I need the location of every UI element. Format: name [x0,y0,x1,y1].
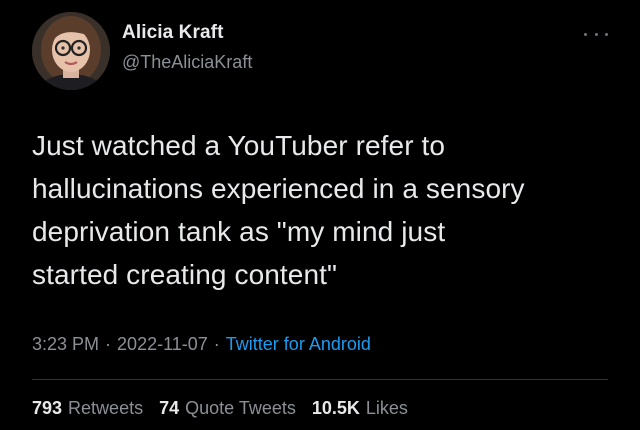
dot [584,32,587,36]
tweet: Alicia Kraft @TheAliciaKraft Just watche… [0,0,640,430]
tweet-text: Just watched a YouTuber refer to halluci… [32,130,525,290]
retweets-count: 793 [32,398,63,418]
retweets-stat[interactable]: 793 Retweets [32,398,143,419]
quotes-count: 74 [159,398,180,418]
tweet-meta: 3:23 PM · 2022-11-07 · Twitter for Android [32,334,371,355]
dot [594,32,598,36]
tweet-source-link[interactable]: Twitter for Android [226,334,371,354]
tweet-stats: 793 Retweets 74 Quote Tweets 10.5K Likes [32,398,424,419]
avatar[interactable] [32,12,110,90]
likes-label: Likes [365,398,408,418]
likes-count: 10.5K [311,398,360,418]
dot [605,32,608,36]
quotes-label: Quote Tweets [185,398,296,418]
likes-stat[interactable]: 10.5K Likes [312,398,408,419]
tweet-time[interactable]: 3:23 PM [32,334,99,354]
meta-separator: · [105,334,112,354]
author-handle[interactable]: @TheAliciaKraft [122,52,252,73]
tweet-date[interactable]: 2022-11-07 [117,334,208,354]
avatar-image [32,12,110,90]
divider [32,379,608,380]
quotes-stat[interactable]: 74 Quote Tweets [159,398,296,419]
retweets-label: Retweets [68,398,144,418]
meta-separator: · [213,334,220,354]
author-display-name[interactable]: Alicia Kraft [122,22,224,44]
more-dots-icon[interactable] [584,28,608,40]
